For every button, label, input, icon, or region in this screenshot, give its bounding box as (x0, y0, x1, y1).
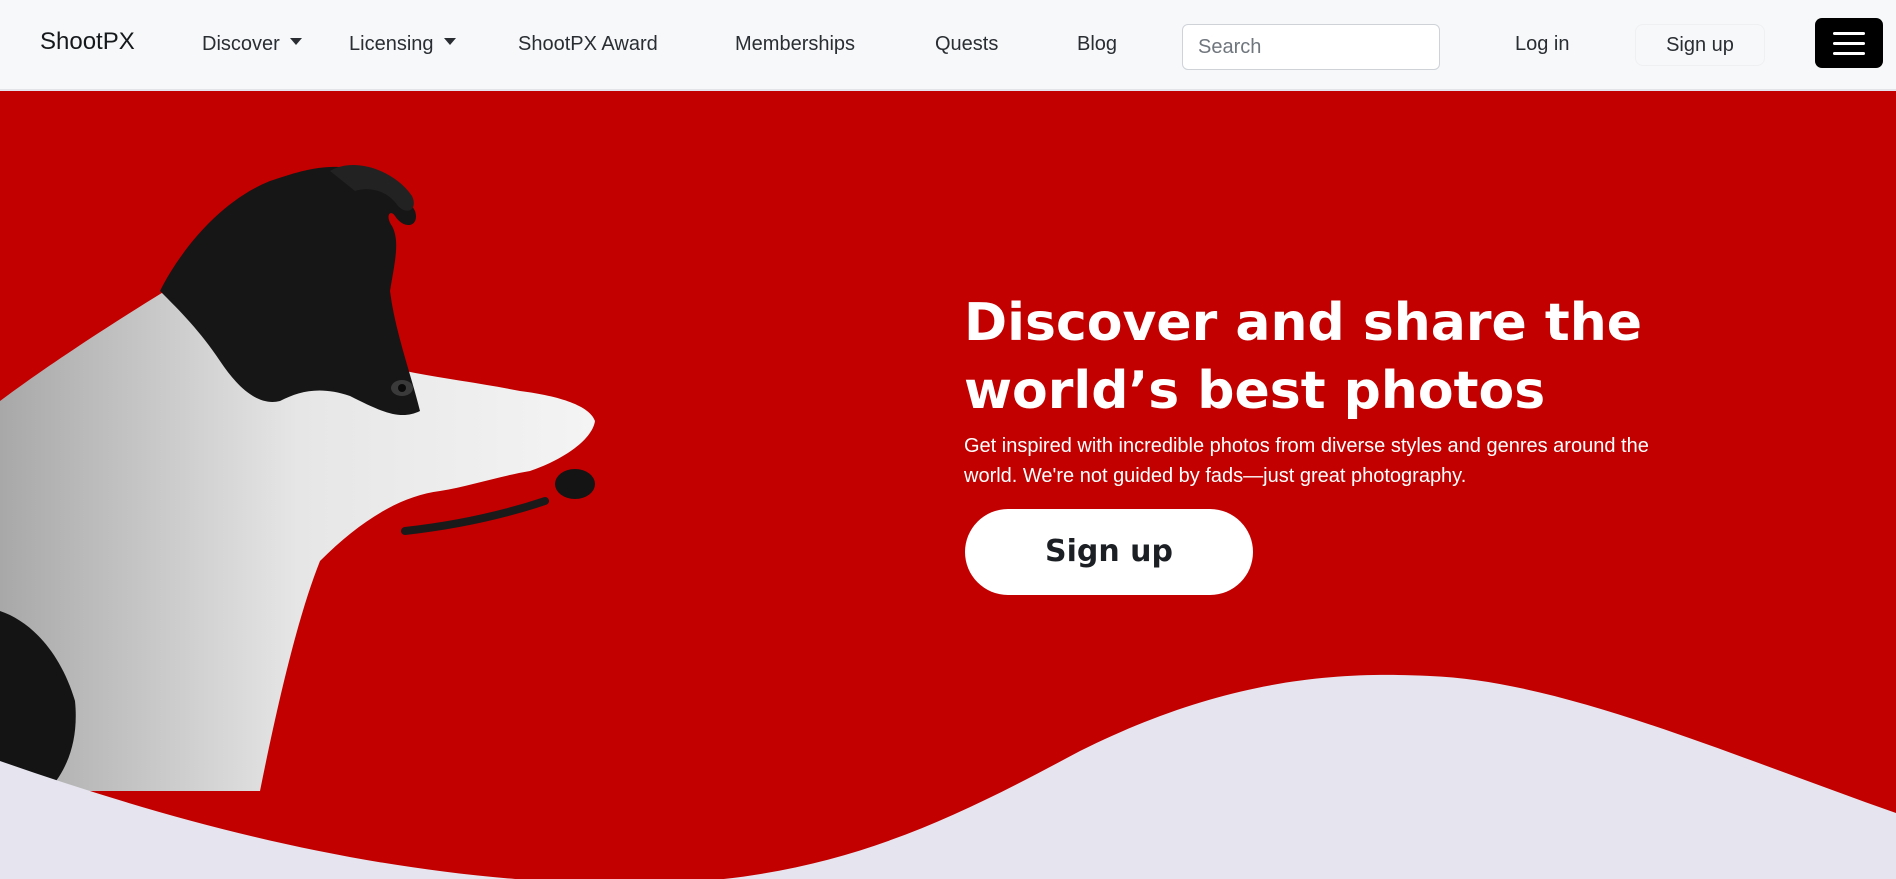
hero-title: Discover and share the world’s best phot… (964, 293, 1643, 421)
nav-memberships[interactable]: Memberships (735, 32, 855, 56)
menu-toggle-button[interactable] (1815, 18, 1883, 68)
nav-discover-label: Discover (202, 33, 280, 55)
nav-discover-dropdown[interactable]: Discover (202, 32, 302, 56)
hero-subtitle: Get inspired with incredible photos from… (964, 435, 1649, 487)
nav-shootpx-award[interactable]: ShootPX Award (518, 32, 658, 56)
hero-section: Discover and share the world’s best phot… (0, 91, 1896, 879)
search-input[interactable] (1182, 24, 1440, 70)
hamburger-icon (1833, 42, 1865, 45)
caret-down-icon (289, 38, 302, 46)
nav-signup-button[interactable]: Sign up (1635, 24, 1765, 66)
nav-licensing-label: Licensing (349, 33, 434, 55)
top-navbar: ShootPX Discover Licensing ShootPX Award… (0, 0, 1896, 90)
nav-quests[interactable]: Quests (935, 32, 998, 56)
nav-blog[interactable]: Blog (1077, 32, 1117, 56)
hamburger-icon (1833, 52, 1865, 55)
hero-signup-button[interactable]: Sign up (965, 509, 1253, 595)
login-link[interactable]: Log in (1515, 32, 1570, 56)
nav-licensing-dropdown[interactable]: Licensing (349, 32, 456, 56)
brand-logo[interactable]: ShootPX (40, 30, 135, 54)
hamburger-icon (1833, 32, 1865, 35)
caret-down-icon (443, 38, 456, 46)
